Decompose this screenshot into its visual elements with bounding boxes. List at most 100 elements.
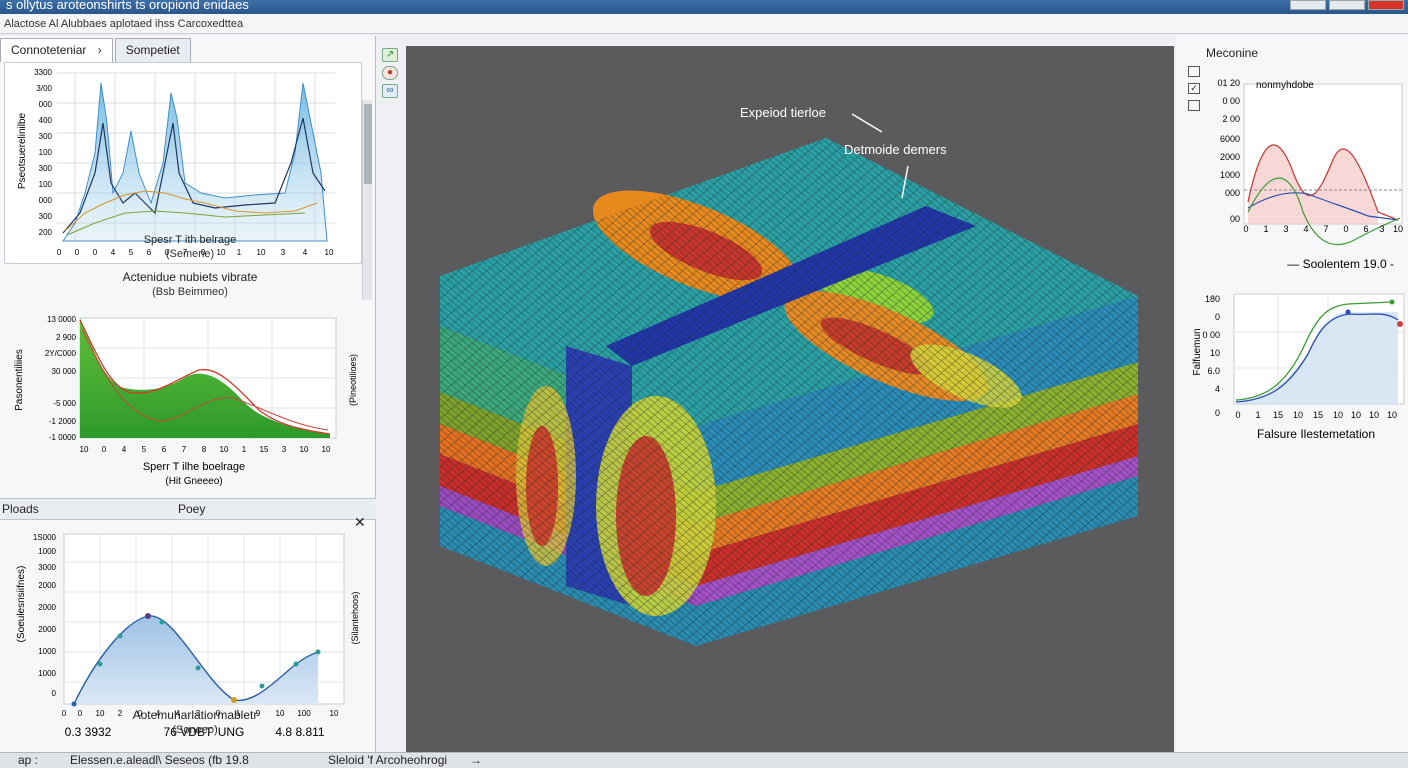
chart3-marker xyxy=(259,683,265,689)
x-tick: 6 xyxy=(1363,224,1368,234)
checkbox-icon[interactable] xyxy=(1188,66,1200,77)
y-tick: 3000 xyxy=(38,563,56,572)
section-center-label: Poey xyxy=(178,502,206,516)
chart5-ylabel: Falfuemun xyxy=(1192,328,1203,375)
chart3-xlabel-left: 0.3 3932 xyxy=(65,725,112,739)
chart3-xlabel-right: 4.8 8.811 xyxy=(275,725,324,739)
link-icon[interactable]: ∞ xyxy=(382,84,398,98)
x-tick: 10 xyxy=(80,445,89,454)
section-left-label: Ploads xyxy=(2,502,39,516)
y-tick: 2000 xyxy=(38,625,56,634)
right-panel: Meconine ✓ nonmyhdobe 01 20 0 00 2 00 60… xyxy=(1176,36,1408,752)
chart4-title: Meconine xyxy=(1206,46,1259,60)
chart3-marker xyxy=(97,661,103,667)
y-tick: 0 00 xyxy=(1202,330,1220,340)
x-tick: 10 xyxy=(325,248,334,257)
y-tick: -1 2000 xyxy=(49,417,77,426)
chart2-ylabel: Pasonentiliies xyxy=(14,349,25,411)
maximize-button[interactable] xyxy=(1329,0,1365,10)
check-icon[interactable]: ✓ xyxy=(1188,83,1200,94)
chart3-right-label: (Silantehoos) xyxy=(350,591,360,644)
x-tick: 1 xyxy=(1255,410,1260,420)
minimize-button[interactable] xyxy=(1290,0,1326,10)
x-tick: 0 xyxy=(1235,410,1240,420)
viewport-label-1: Expeiod tierloe xyxy=(740,105,826,120)
legend-icons: ✓ xyxy=(1188,66,1200,117)
tab-sompetiet[interactable]: Sompetiet xyxy=(114,38,191,62)
chart2-xlabel: Sperr T ilhe boelrage xyxy=(143,461,245,473)
tab-label: Sompetiet xyxy=(125,43,180,57)
y-tick: 3/00 xyxy=(36,84,52,93)
menu-text[interactable]: Alactose Al Alubbaes aplotaed ihss Carco… xyxy=(4,18,243,30)
chart5-marker xyxy=(1389,299,1395,305)
x-tick: 10 xyxy=(300,445,309,454)
chart4-subtitle: nonmyhdobe xyxy=(1256,80,1314,91)
x-tick: 10 xyxy=(1387,410,1397,420)
chart3-marker xyxy=(315,649,321,655)
menu-bar[interactable]: Alactose Al Alubbaes aplotaed ihss Carco… xyxy=(0,14,1408,34)
scroll-thumb[interactable] xyxy=(364,104,372,184)
close-window-button[interactable] xyxy=(1368,0,1404,10)
y-tick: 200 xyxy=(39,228,53,237)
chart1-ylabel: Pseotsuerelinilbe xyxy=(17,112,28,189)
chart5-xlabel: Falsure Ilestemetation xyxy=(1257,427,1375,441)
chart2-sub: (Hit Gneeeo) xyxy=(165,476,222,487)
chart3-marker xyxy=(293,661,299,667)
x-tick: 6 xyxy=(162,445,167,454)
y-tick: 100 xyxy=(39,180,53,189)
window-controls xyxy=(1290,0,1404,10)
close-icon[interactable]: ✕ xyxy=(354,514,366,531)
tab-label: Connoteteniar xyxy=(11,43,87,57)
x-tick: 100 xyxy=(297,709,311,718)
chart2-svg: Pasonentiliies 13 0000 2 900 2Y/C000 30 … xyxy=(14,315,358,487)
square-icon[interactable] xyxy=(1188,100,1200,111)
y-tick: 1S000 xyxy=(33,533,57,542)
y-tick: 2000 xyxy=(1220,152,1240,162)
arrow-line-1 xyxy=(851,113,883,133)
x-tick: 15 xyxy=(260,445,269,454)
chart5-xticks: 0 1 15 10 15 10 10 10 10 xyxy=(1235,410,1397,420)
viewport-label-2: Detmoide demers xyxy=(844,142,947,157)
tab-connotetenier[interactable]: Connoteteniar › xyxy=(0,38,113,62)
y-tick: 1000 xyxy=(38,669,56,678)
x-tick: 4 xyxy=(122,445,127,454)
chart1-yticks: 3300 3/00 000 400 300 100 300 100 000 30… xyxy=(34,68,52,237)
x-tick: 4 xyxy=(303,248,308,257)
chart4-caption: — Soolentem 19.0 - xyxy=(1287,257,1394,271)
left-panel: Connoteteniar › Sompetiet Pseotsuerelini… xyxy=(0,36,376,752)
x-tick: 3 xyxy=(281,248,286,257)
y-tick: 180 xyxy=(1205,294,1220,304)
x-tick: 1 xyxy=(242,445,247,454)
x-tick: 10 xyxy=(1333,410,1343,420)
chart4-yticks: 01 20 0 00 2 00 6000 2000 1000 000 00 xyxy=(1217,78,1240,224)
y-tick: 2000 xyxy=(38,603,56,612)
chart1-sub: (Semene) xyxy=(165,248,215,260)
y-tick: 6000 xyxy=(1220,134,1240,144)
y-tick: 01 20 xyxy=(1217,78,1240,88)
x-tick: 3 xyxy=(1379,224,1384,234)
x-tick: 8 xyxy=(202,445,207,454)
arrow-icon[interactable]: ↗ xyxy=(382,48,398,62)
y-tick: 00 xyxy=(1230,214,1240,224)
geology-block-svg[interactable]: Expeiod tierloe Detmoide demers xyxy=(406,46,1174,752)
y-tick: 6.0 xyxy=(1207,366,1220,376)
chart3-marker xyxy=(231,697,237,703)
x-tick: 0 xyxy=(1343,224,1348,234)
y-tick: 0 xyxy=(52,689,57,698)
y-tick: 1000 xyxy=(1220,170,1240,180)
left-scrollbar[interactable] xyxy=(362,100,372,300)
x-tick: 10 xyxy=(1369,410,1379,420)
y-tick: 4 xyxy=(1215,384,1220,394)
y-tick: 0 xyxy=(1215,408,1220,418)
section-header: Ploads Poey xyxy=(0,498,376,520)
target-icon[interactable]: ● xyxy=(382,66,398,80)
x-tick: 15 xyxy=(1273,410,1283,420)
x-tick: 4 xyxy=(111,248,116,257)
chart5-marker xyxy=(1345,309,1351,315)
chart1-xlabel: Spesr T ith belrage xyxy=(143,234,237,246)
x-tick: 10 xyxy=(257,248,266,257)
status-bar: ap : Elessen.e.aleadl\ Seseos (fb 19.8 S… xyxy=(0,752,1408,768)
y-tick: 300 xyxy=(39,132,53,141)
arrow-right-icon: → xyxy=(470,753,482,767)
3d-viewport[interactable]: Expeiod tierloe Detmoide demers xyxy=(406,46,1174,752)
